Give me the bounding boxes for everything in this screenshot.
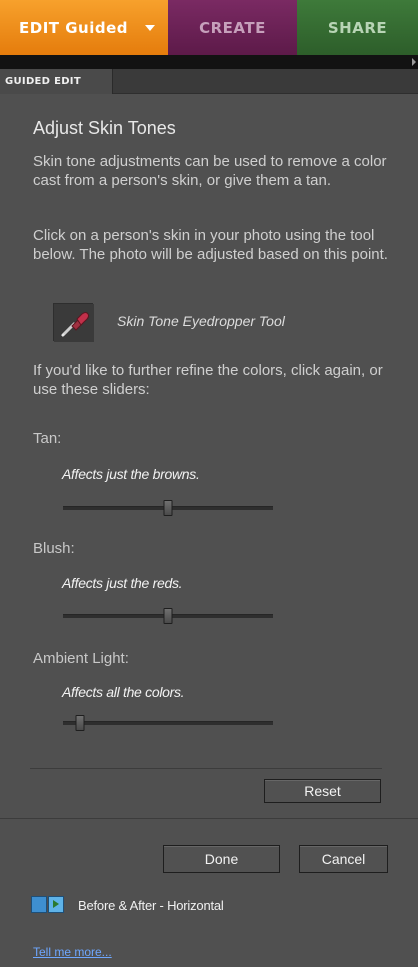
eyedropper-tool-label[interactable]: Skin Tone Eyedropper Tool bbox=[117, 313, 285, 329]
after-pane-icon bbox=[48, 896, 64, 913]
page-title: Adjust Skin Tones bbox=[33, 118, 176, 138]
tan-description: Affects just the browns. bbox=[62, 466, 200, 482]
tab-share-label: SHARE bbox=[327, 18, 388, 37]
blush-description: Affects just the reds. bbox=[62, 575, 183, 591]
tab-create[interactable]: CREATE bbox=[168, 0, 297, 55]
intro-text: Skin tone adjustments can be used to rem… bbox=[33, 153, 387, 189]
tab-divider-bar bbox=[0, 55, 418, 69]
tan-label: Tan: bbox=[33, 430, 62, 447]
tell-me-more-link[interactable]: Tell me more... bbox=[33, 945, 112, 959]
dropdown-caret-icon[interactable] bbox=[145, 25, 155, 31]
blush-slider-thumb[interactable] bbox=[163, 608, 173, 624]
cancel-button[interactable]: Cancel bbox=[299, 845, 388, 873]
refine-text: If you'd like to further refine the colo… bbox=[33, 362, 383, 398]
workspace-tabs: EDIT Guided CREATE SHARE bbox=[0, 0, 418, 55]
divider bbox=[30, 768, 382, 769]
blush-slider[interactable] bbox=[63, 608, 273, 624]
ambient-light-label: Ambient Light: bbox=[33, 650, 129, 667]
done-button[interactable]: Done bbox=[163, 845, 280, 873]
before-pane-icon bbox=[31, 896, 47, 913]
before-after-horizontal-icon[interactable] bbox=[31, 896, 64, 913]
ambient-light-slider[interactable] bbox=[63, 715, 273, 731]
divider bbox=[0, 818, 418, 819]
guided-edit-panel bbox=[0, 94, 418, 967]
tab-edit-guided[interactable]: EDIT Guided bbox=[0, 0, 168, 55]
ambient-light-description: Affects all the colors. bbox=[62, 684, 185, 700]
panel-tab-guided-edit[interactable]: GUIDED EDIT bbox=[0, 69, 113, 94]
before-after-label[interactable]: Before & After - Horizontal bbox=[78, 898, 224, 913]
eyedropper-icon[interactable] bbox=[53, 303, 94, 342]
panel-expand-arrow-icon[interactable] bbox=[412, 58, 416, 66]
instruction-text: Click on a person's skin in your photo u… bbox=[33, 227, 388, 263]
ambient-light-slider-thumb[interactable] bbox=[75, 715, 85, 731]
blush-label: Blush: bbox=[33, 540, 75, 557]
tan-slider[interactable] bbox=[63, 500, 273, 516]
reset-button[interactable]: Reset bbox=[264, 779, 381, 803]
tab-edit-label: EDIT Guided bbox=[19, 18, 129, 37]
tan-slider-thumb[interactable] bbox=[163, 500, 173, 516]
tab-create-label: CREATE bbox=[199, 18, 266, 37]
panel-header: GUIDED EDIT bbox=[0, 69, 418, 94]
tab-share[interactable]: SHARE bbox=[297, 0, 418, 55]
